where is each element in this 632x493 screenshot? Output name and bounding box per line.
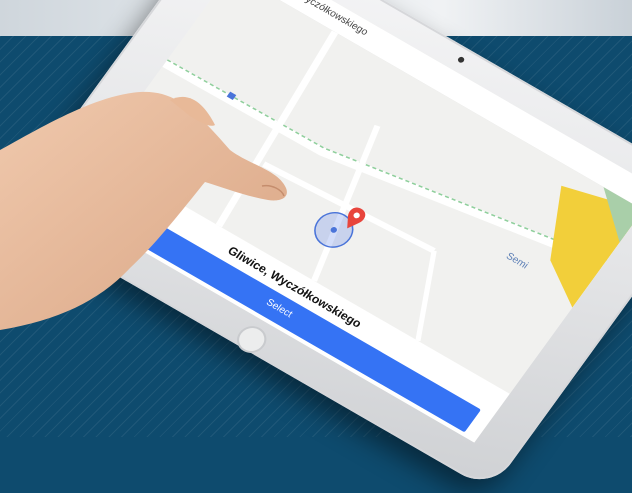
hand-shape (0, 91, 287, 330)
hand (0, 91, 287, 330)
scene: ← Gliwice, Wyczółkowskiego (0, 0, 632, 492)
